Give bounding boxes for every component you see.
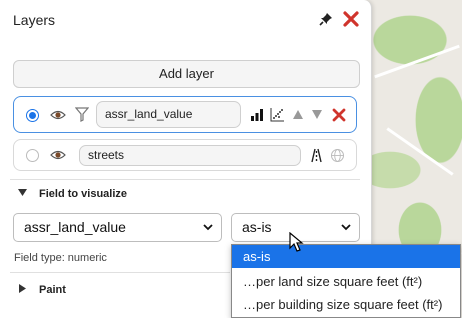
paint-section-label[interactable]: Paint: [39, 284, 66, 296]
chevron-down-icon: [203, 224, 213, 231]
map-road: [374, 44, 460, 79]
chevron-down-icon: [341, 224, 351, 231]
add-layer-button[interactable]: Add layer: [13, 60, 360, 88]
dropdown-option-per-land-size[interactable]: …per land size square feet (ft²): [232, 270, 460, 293]
panel-title: Layers: [13, 12, 56, 28]
divider: [10, 179, 360, 180]
style-icon[interactable]: [309, 148, 324, 163]
globe-icon[interactable]: [330, 148, 345, 163]
eye-icon[interactable]: [50, 108, 66, 122]
dropdown-option-per-building-size[interactable]: …per building size square feet (ft²): [232, 293, 460, 316]
scatter-icon[interactable]: [270, 107, 285, 122]
field-select[interactable]: assr_land_value: [13, 213, 222, 242]
divider: [10, 272, 230, 273]
transform-select-value: as-is: [242, 219, 272, 235]
layer-name-field[interactable]: assr_land_value: [96, 101, 241, 128]
section-collapse-icon[interactable]: [18, 188, 27, 197]
filter-icon[interactable]: [75, 107, 89, 122]
cursor-icon: [289, 232, 304, 252]
map-road: [386, 127, 454, 176]
close-icon[interactable]: [342, 10, 360, 28]
dropdown-option-as-is[interactable]: as-is: [232, 245, 460, 268]
layer-row-assr-land-value[interactable]: assr_land_value: [13, 96, 357, 133]
layer-name-field[interactable]: streets: [79, 145, 301, 166]
transform-dropdown-list: as-is …per land size square feet (ft²) ……: [231, 244, 461, 318]
remove-icon[interactable]: [332, 108, 346, 122]
field-section-label[interactable]: Field to visualize: [39, 188, 127, 200]
pin-icon[interactable]: [318, 11, 334, 27]
layer-select-radio[interactable]: [26, 149, 39, 162]
section-expand-icon[interactable]: [18, 284, 27, 293]
field-select-value: assr_land_value: [24, 219, 126, 235]
bar-chart-icon[interactable]: [250, 108, 264, 121]
field-type-text: Field type: numeric: [14, 252, 107, 264]
arrow-down-icon[interactable]: [312, 110, 322, 119]
eye-icon[interactable]: [50, 148, 66, 162]
layer-row-streets[interactable]: streets: [13, 139, 357, 171]
layer-select-radio[interactable]: [26, 109, 39, 122]
arrow-up-icon[interactable]: [293, 110, 303, 119]
